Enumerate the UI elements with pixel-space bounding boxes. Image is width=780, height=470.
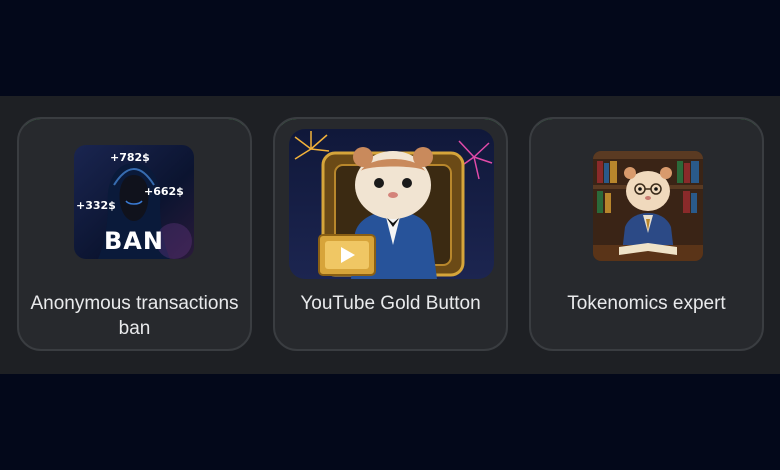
upgrade-card-anonymous-transactions-ban[interactable]: +782$ +662$ +332$ BAN Anonymous transact… bbox=[17, 117, 252, 351]
hacker-ban-icon: +782$ +662$ +332$ BAN bbox=[74, 145, 194, 259]
hamster-professor-icon bbox=[593, 151, 703, 261]
card-title: Tokenomics expert bbox=[567, 293, 726, 314]
amount-label: +332$ bbox=[76, 199, 116, 212]
ban-label: BAN bbox=[104, 227, 164, 255]
hamster-gold-play-button-icon bbox=[289, 129, 494, 279]
amount-label: +782$ bbox=[110, 151, 150, 164]
upgrade-card-youtube-gold-button[interactable]: YouTube Gold Button bbox=[273, 117, 508, 351]
amount-label: +662$ bbox=[144, 185, 184, 198]
card-title: Anonymous transactions ban bbox=[30, 293, 239, 339]
upgrade-card-tokenomics-expert[interactable]: Tokenomics expert bbox=[529, 117, 764, 351]
card-title: YouTube Gold Button bbox=[300, 293, 481, 314]
